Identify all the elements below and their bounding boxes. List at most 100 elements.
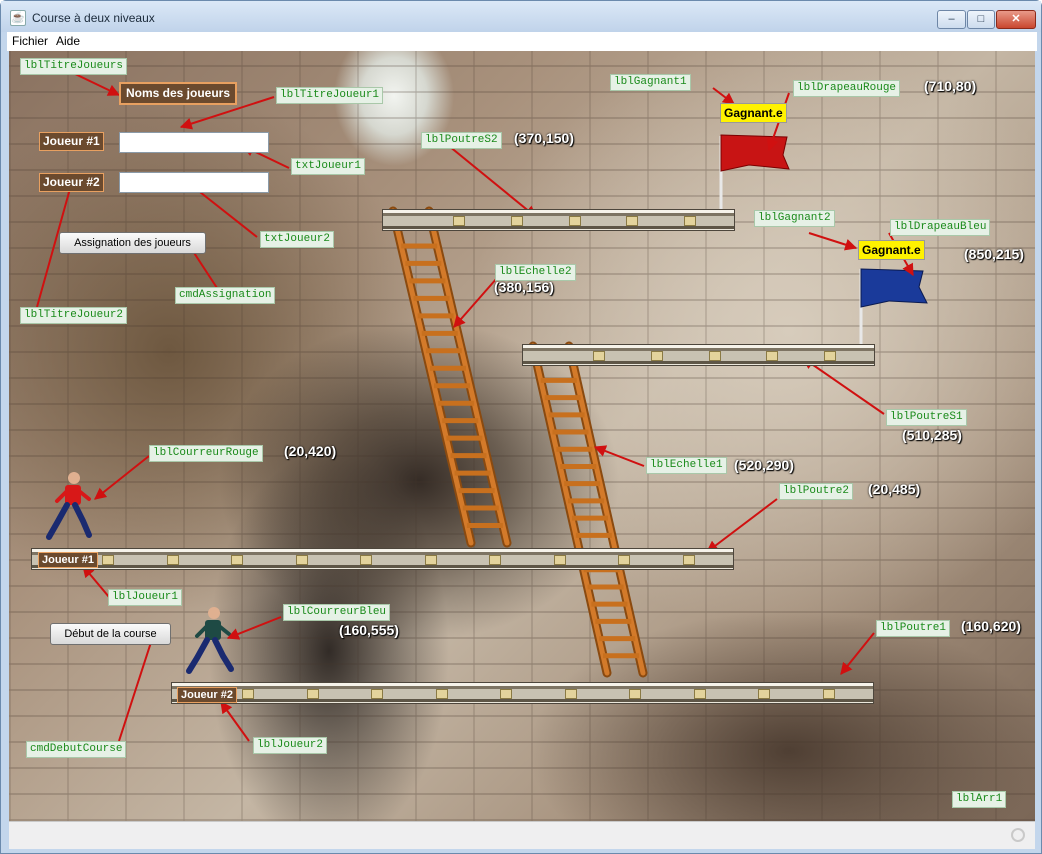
- beam-bolt: [500, 689, 513, 699]
- blue-flag-icon: [859, 268, 928, 346]
- annotation-arrow: [593, 445, 645, 467]
- ann-lblCourreurBleu: lblCourreurBleu: [283, 604, 391, 621]
- beam-bolt: [618, 555, 631, 565]
- status-bar: [9, 821, 1035, 849]
- annotation-arrow: [226, 616, 282, 640]
- java-cup-icon: ☕: [10, 10, 26, 26]
- annotation-arrow: [840, 632, 875, 675]
- beam-bolt: [824, 351, 836, 361]
- title-bar[interactable]: ☕ Course à deux niveaux – □ ✕: [1, 1, 1041, 32]
- ann-lblTitreJoueurs: lblTitreJoueurs: [20, 58, 128, 75]
- annotation-arrow: [802, 357, 885, 415]
- beam-bolt: [231, 555, 244, 565]
- ann-lblDrapeauBleu: lblDrapeauBleu: [890, 219, 991, 236]
- beam-bolt: [360, 555, 373, 565]
- ann-lblGagnant1: lblGagnant1: [610, 74, 691, 91]
- beam-bolt: [626, 216, 639, 226]
- runner1-tag: Joueur #1: [38, 552, 98, 568]
- winner-label-2: Gagnant.e: [858, 240, 925, 260]
- beam-bolt: [684, 216, 696, 226]
- maximize-button[interactable]: □: [967, 10, 995, 29]
- player1-input[interactable]: [119, 132, 269, 153]
- coord-lblPoutre1: (160,620): [961, 618, 1021, 634]
- coord-lblPoutre2: (20,485): [868, 481, 921, 497]
- beam-bolt: [242, 689, 254, 699]
- beam-bolt: [102, 555, 114, 565]
- beam-bolt: [593, 351, 605, 361]
- menu-bar: Fichier Aide: [7, 32, 1037, 51]
- red-flag-icon: [719, 134, 790, 211]
- coord-lblPoutreS1: (510,285): [902, 427, 962, 443]
- start-race-button[interactable]: Début de la course: [50, 623, 171, 645]
- close-button[interactable]: ✕: [996, 10, 1036, 29]
- ann-lblDrapeauRouge: lblDrapeauRouge: [793, 80, 901, 97]
- beam-bolt: [564, 689, 577, 699]
- coord-lblDrapeauRouge: (710,80): [924, 78, 977, 94]
- beam-bolt: [435, 689, 448, 699]
- window-title: Course à deux niveaux: [32, 11, 155, 25]
- annotation-arrow: [448, 145, 537, 218]
- blue-runner-icon: [186, 607, 234, 674]
- beam-bolt: [553, 555, 566, 565]
- beam-bolt: [424, 555, 437, 565]
- coord-lblPoutreS2: (370,150): [514, 130, 574, 146]
- assign-players-button[interactable]: Assignation des joueurs: [59, 232, 206, 254]
- application-window: ☕ Course à deux niveaux – □ ✕ Fichier Ai…: [0, 0, 1042, 854]
- ann-lblJoueur2: lblJoueur2: [253, 737, 328, 754]
- beam-bolt: [766, 351, 779, 361]
- coord-lblCourreurRouge: (20,420): [284, 443, 337, 459]
- beam-bolt: [629, 689, 642, 699]
- annotation-arrow: [94, 455, 150, 500]
- scene-graphics: [36, 71, 928, 742]
- annotation-arrow: [706, 498, 778, 553]
- beam-bolt: [453, 216, 465, 226]
- beam-bolt: [650, 351, 663, 361]
- ann-lblArr1: lblArr1: [952, 791, 1007, 808]
- beam-bolt: [489, 555, 502, 565]
- coord-lblEchelle1: (520,290): [734, 457, 794, 473]
- ladder-2: [388, 206, 512, 548]
- player2-label: Joueur #2: [39, 173, 104, 192]
- ann-lblJoueur1: lblJoueur1: [108, 589, 183, 606]
- menu-aide[interactable]: Aide: [56, 34, 80, 48]
- annotation-arrow: [453, 277, 498, 328]
- beam-bolt: [166, 555, 179, 565]
- annotation-arrow: [808, 232, 858, 251]
- player1-label: Joueur #1: [39, 132, 104, 151]
- menu-fichier[interactable]: Fichier: [12, 34, 48, 48]
- players-title: Noms des joueurs: [119, 82, 238, 105]
- beam-bolt: [295, 555, 308, 565]
- ann-lblTitreJoueur2: lblTitreJoueur2: [20, 307, 128, 324]
- game-scene: Joueur #1 Joueur #2 Gagnant.e Gagnant.e …: [9, 51, 1035, 821]
- busy-indicator-icon: [1011, 828, 1025, 842]
- annotation-arrow: [118, 631, 157, 742]
- minimize-button[interactable]: –: [937, 10, 966, 29]
- annotation-arrow: [70, 71, 121, 96]
- ann-lblTitreJoueur1: lblTitreJoueur1: [276, 87, 384, 104]
- beam-bolt: [371, 689, 384, 699]
- coord-lblEchelle2: (380,156): [494, 279, 554, 295]
- ladder-1: [528, 341, 648, 678]
- runner2-tag: Joueur #2: [177, 687, 237, 703]
- annotation-arrow: [220, 701, 250, 742]
- beam-bolt: [758, 689, 771, 699]
- beam-bolt: [708, 351, 721, 361]
- ann-lblPoutre2: lblPoutre2: [779, 483, 854, 500]
- beam-bolt: [693, 689, 706, 699]
- ann-cmdDebutCourse: cmdDebutCourse: [26, 741, 127, 758]
- ann-txtJoueur2: txtJoueur2: [260, 231, 335, 248]
- ann-lblGagnant2: lblGagnant2: [754, 210, 835, 227]
- beam-bolt: [683, 555, 695, 565]
- lower-beam-2: [31, 548, 734, 570]
- red-runner-icon: [46, 472, 92, 540]
- annotation-arrow: [712, 87, 735, 105]
- ann-lblPoutreS1: lblPoutreS1: [886, 409, 967, 426]
- beam-bolt: [306, 689, 319, 699]
- ann-lblCourreurRouge: lblCourreurRouge: [149, 445, 263, 462]
- ann-lblEchelle1: lblEchelle1: [646, 457, 727, 474]
- winner-label-1: Gagnant.e: [720, 103, 787, 123]
- player2-input[interactable]: [119, 172, 269, 193]
- ann-lblPoutre1: lblPoutre1: [876, 620, 951, 637]
- beam-bolt: [568, 216, 581, 226]
- beam-bolt: [510, 216, 523, 226]
